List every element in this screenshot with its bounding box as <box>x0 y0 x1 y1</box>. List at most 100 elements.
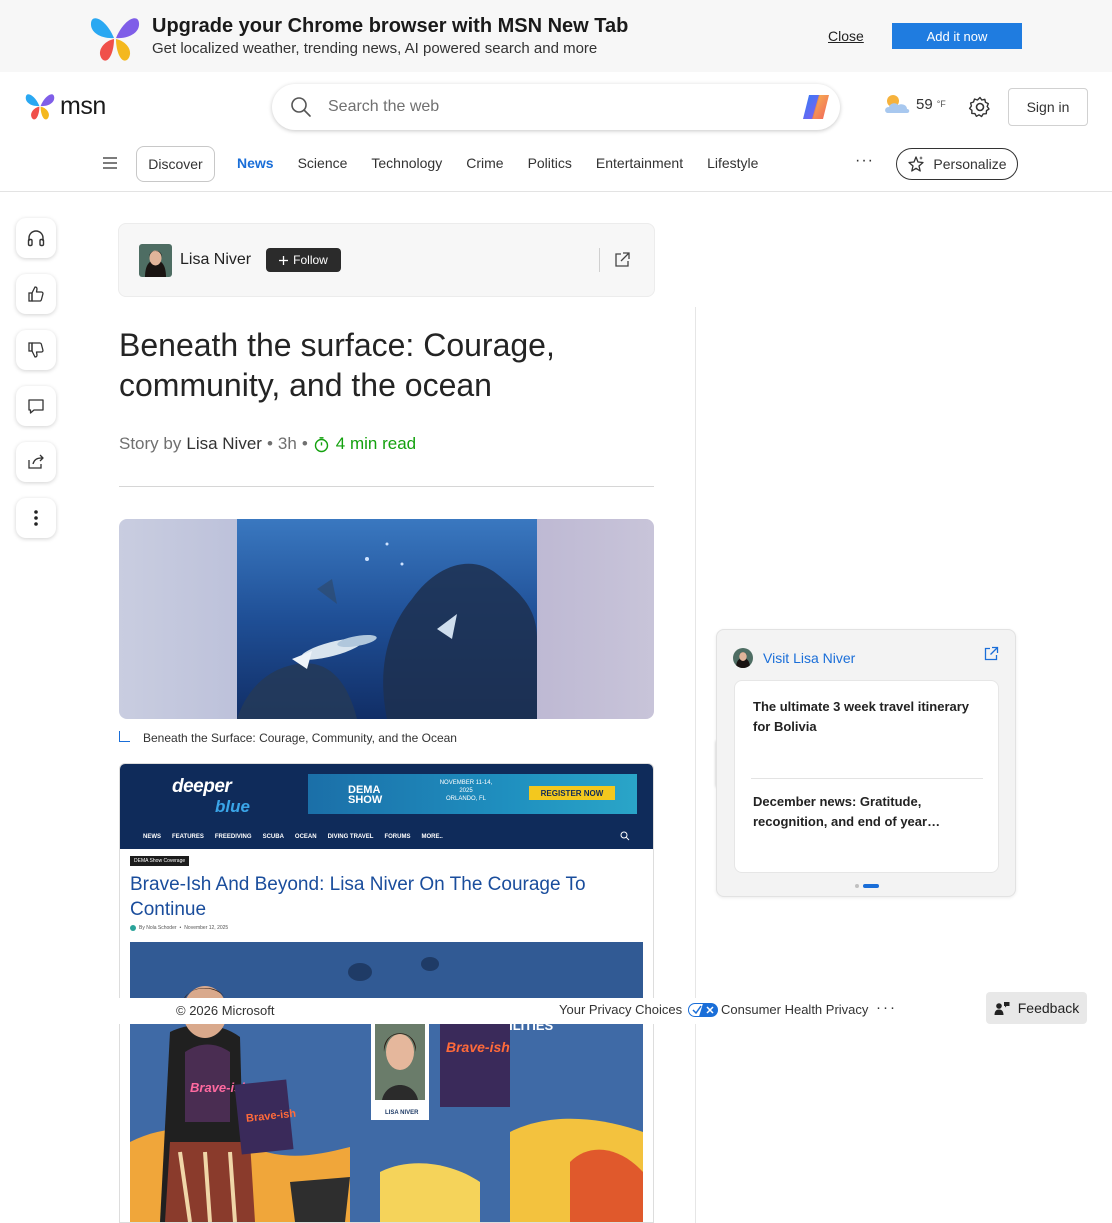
footer-copyright: © 2026 Microsoft <box>176 1003 275 1018</box>
author-name[interactable]: Lisa Niver <box>180 251 251 269</box>
weather-temperature: 59 <box>916 95 933 113</box>
embed-category-tag: DEMA Show Coverage <box>130 856 190 866</box>
card-separator <box>599 248 600 272</box>
privacy-choices-link[interactable]: Your Privacy Choices <box>559 1002 719 1017</box>
embed-article-title: Brave-Ish And Beyond: Lisa Niver On The … <box>130 874 586 920</box>
tab-politics[interactable]: Politics <box>528 155 572 171</box>
copilot-icon[interactable] <box>800 92 832 122</box>
tab-entertainment[interactable]: Entertainment <box>596 155 683 171</box>
story-link[interactable]: The ultimate 3 week travel itinerary for… <box>753 697 973 737</box>
settings-gear-icon[interactable] <box>968 95 992 119</box>
embed-menu-item: NEWS <box>143 834 161 840</box>
embed-menu-item: FREEDIVING <box>214 834 252 840</box>
visit-author-card: Visit Lisa Niver The ultimate 3 week tra… <box>716 629 1016 897</box>
carousel-dot[interactable] <box>855 884 859 888</box>
embed-menu-item: SCUBA <box>262 834 284 840</box>
embed-article-meta: By Nola Schoder • November 12, 2025 <box>130 925 228 931</box>
article-divider <box>119 486 654 487</box>
like-button[interactable] <box>16 274 56 314</box>
weather-widget[interactable]: 59 °F <box>882 92 946 116</box>
tab-crime[interactable]: Crime <box>466 155 503 171</box>
tab-discover[interactable]: Discover <box>136 146 215 182</box>
underwater-divers-photo <box>237 519 537 719</box>
side-author-avatar <box>733 648 753 668</box>
sign-in-button[interactable]: Sign in <box>1008 88 1088 126</box>
byline-age: 3h <box>277 434 297 453</box>
msn-butterfly-icon <box>25 94 55 120</box>
weather-unit: °F <box>936 99 946 109</box>
consumer-health-privacy-link[interactable]: Consumer Health Privacy <box>721 1002 868 1017</box>
byline-separator: • <box>301 434 308 453</box>
promo-subtitle: Get localized weather, trending news, AI… <box>152 40 598 57</box>
privacy-choices-label: Your Privacy Choices <box>559 1002 683 1017</box>
footer-more-button[interactable]: ··· <box>876 999 897 1016</box>
dislike-button[interactable] <box>16 330 56 370</box>
embed-book-2-title: Brave-ish <box>446 1039 510 1055</box>
column-divider <box>695 307 696 1223</box>
byline-separator: • <box>266 434 273 453</box>
share-icon <box>28 454 44 469</box>
carousel-pagination <box>855 884 879 888</box>
embed-meta-author: By Nola Schoder <box>139 925 177 931</box>
embedded-article-screenshot[interactable]: deeper blue DEMA SHOW NOVEMBER 11-14, 20… <box>119 763 654 1223</box>
external-link-icon[interactable] <box>983 646 999 662</box>
embed-ad-banner: DEMA SHOW NOVEMBER 11-14, 2025 ORLANDO, … <box>308 774 637 814</box>
carousel-dot-active[interactable] <box>863 884 879 888</box>
embed-menu-item: FEATURES <box>172 834 204 840</box>
story-link[interactable]: December news: Gratitude, recognition, a… <box>753 792 973 832</box>
feedback-button[interactable]: Feedback <box>986 992 1087 1024</box>
search-bar[interactable] <box>272 84 840 130</box>
nav-tabs: News Science Technology Crime Politics E… <box>237 155 782 171</box>
author-avatar[interactable] <box>139 244 172 277</box>
sparkle-star-icon <box>908 156 925 172</box>
listen-button[interactable] <box>16 218 56 258</box>
read-time-label: 4 min read <box>335 434 417 453</box>
promo-close-link[interactable]: Close <box>828 28 864 44</box>
add-it-now-button[interactable]: Add it now <box>892 23 1022 49</box>
page-footer: © 2026 Microsoft Your Privacy Choices Co… <box>118 998 1112 1024</box>
stopwatch-icon <box>314 436 328 452</box>
plus-icon <box>279 255 289 265</box>
embed-ad-dates: NOVEMBER 11-14, 2025 <box>439 780 493 794</box>
msn-logo[interactable]: msn <box>24 90 106 122</box>
embed-menu-item: FORUMS <box>384 834 411 840</box>
embed-ad-date: NOVEMBER 11-14, 2025 ORLANDO, FL <box>436 779 496 803</box>
search-icon <box>291 97 311 117</box>
tab-lifestyle[interactable]: Lifestyle <box>707 155 758 171</box>
hamburger-menu-icon[interactable] <box>102 156 118 170</box>
embed-menu-item: OCEAN <box>294 834 317 840</box>
comment-button[interactable] <box>16 386 56 426</box>
embed-ad-register: REGISTER NOW <box>529 786 615 800</box>
more-options-button[interactable] <box>16 498 56 538</box>
share-button[interactable] <box>16 442 56 482</box>
embed-menu-item: DIVING TRAVEL <box>327 834 374 840</box>
embed-ad-city: ORLANDO, FL <box>445 796 486 802</box>
embed-poster-author: LISA NIVER <box>385 1110 419 1116</box>
feedback-label: Feedback <box>1017 1000 1080 1016</box>
embed-booth-photo: POSSIBILITIES Brave-ish Brave-ish LISA N… <box>130 942 643 1222</box>
personalize-label: Personalize <box>933 156 1007 172</box>
caption-marker <box>119 731 130 742</box>
embed-search-icon <box>620 831 630 841</box>
story-divider <box>751 778 983 779</box>
author-card: Lisa Niver Follow <box>118 223 655 297</box>
tab-science[interactable]: Science <box>298 155 348 171</box>
hero-image[interactable] <box>119 519 654 719</box>
byline: Story by Lisa Niver • 3h • 4 min read <box>119 434 416 454</box>
search-input[interactable] <box>328 84 788 130</box>
visit-author-link[interactable]: Visit Lisa Niver <box>763 650 855 666</box>
tab-technology[interactable]: Technology <box>371 155 442 171</box>
follow-button[interactable]: Follow <box>266 248 341 272</box>
promo-banner: Upgrade your Chrome browser with MSN New… <box>0 0 1112 72</box>
byline-story-by: Story by <box>119 434 182 453</box>
author-stories-panel: The ultimate 3 week travel itinerary for… <box>734 680 999 873</box>
nav-divider <box>0 191 1112 192</box>
embed-site-menu: NEWS FEATURES FREEDIVING SCUBA OCEAN DIV… <box>143 834 443 840</box>
nav-more-button[interactable]: ··· <box>855 152 874 170</box>
personalize-button[interactable]: Personalize <box>896 148 1018 180</box>
tab-news[interactable]: News <box>237 155 274 171</box>
byline-author[interactable]: Lisa Niver <box>186 434 262 454</box>
external-link-icon[interactable] <box>613 251 631 269</box>
image-caption: Beneath the Surface: Courage, Community,… <box>143 731 457 745</box>
embed-ad-brand-line2: SHOW <box>348 794 383 806</box>
